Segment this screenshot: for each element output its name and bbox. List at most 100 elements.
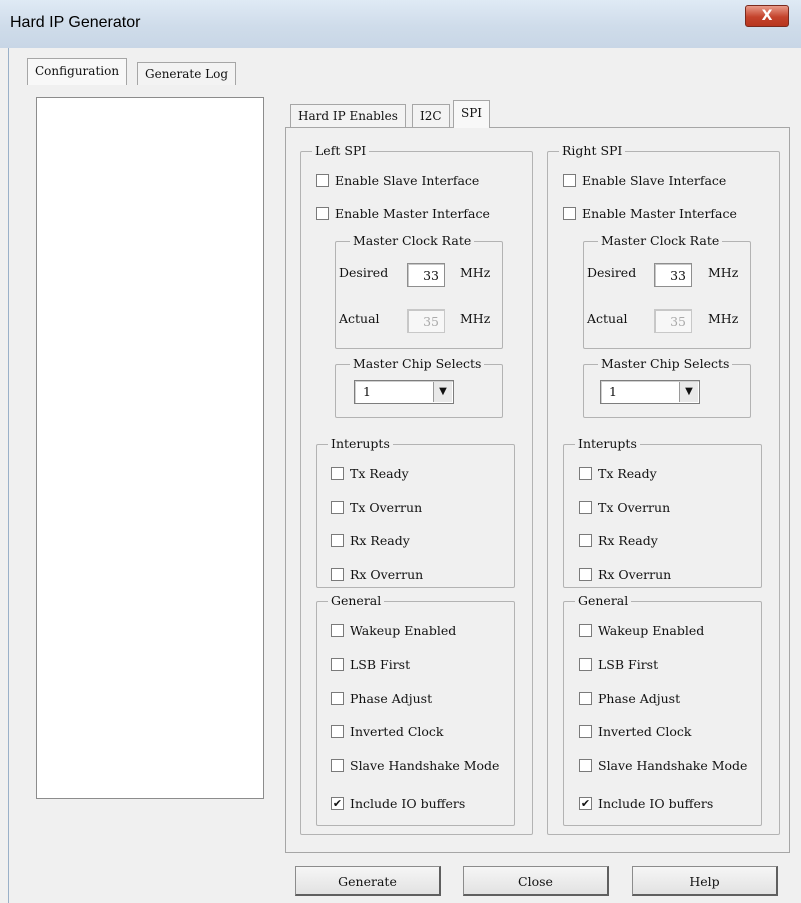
left-desired-label: Desired <box>339 265 389 280</box>
help-button[interactable]: Help <box>632 866 778 896</box>
checkbox-label: Rx Overrun <box>598 567 672 582</box>
checkbox-box[interactable] <box>579 501 592 514</box>
window-title: Hard IP Generator <box>10 14 141 31</box>
checkbox-label: Inverted Clock <box>350 724 444 739</box>
left-actual-clock-input: 35 <box>407 309 445 333</box>
right-desired-unit: MHz <box>708 265 739 280</box>
right-tx-ready-checkbox[interactable]: Tx Ready <box>579 466 657 481</box>
tab-generate-log[interactable]: Generate Log <box>137 62 237 85</box>
right-master-chip-selects-title: Master Chip Selects <box>598 356 733 371</box>
left-rx-overrun-checkbox[interactable]: Rx Overrun <box>331 567 423 582</box>
checkbox-box[interactable] <box>331 501 344 514</box>
checkbox-label: Include IO buffers <box>350 796 466 811</box>
checkbox-box[interactable] <box>579 692 592 705</box>
right-enable-master-checkbox[interactable]: Enable Master Interface <box>563 206 737 221</box>
checkbox-label: Wakeup Enabled <box>598 623 705 638</box>
dropdown-value: 1 <box>609 384 617 399</box>
right-lsb-first-checkbox[interactable]: LSB First <box>579 657 658 672</box>
left-slave-handshake-checkbox[interactable]: Slave Handshake Mode <box>331 758 499 773</box>
checkbox-box[interactable] <box>579 534 592 547</box>
checkbox-box[interactable] <box>579 658 592 671</box>
checkbox-box[interactable] <box>316 207 329 220</box>
left-tx-overrun-checkbox[interactable]: Tx Overrun <box>331 500 422 515</box>
right-actual-unit: MHz <box>708 311 739 326</box>
checkbox-label: Slave Handshake Mode <box>350 758 500 773</box>
right-master-clock-rate-title: Master Clock Rate <box>598 233 723 248</box>
right-include-io-buffers-checkbox[interactable]: ✔ Include IO buffers <box>579 796 713 811</box>
left-actual-unit: MHz <box>460 311 491 326</box>
tab-hard-ip-enables[interactable]: Hard IP Enables <box>290 104 406 127</box>
right-wakeup-enabled-checkbox[interactable]: Wakeup Enabled <box>579 623 704 638</box>
checkbox-box[interactable] <box>579 725 592 738</box>
left-wakeup-enabled-checkbox[interactable]: Wakeup Enabled <box>331 623 456 638</box>
left-desired-unit: MHz <box>460 265 491 280</box>
right-tx-overrun-checkbox[interactable]: Tx Overrun <box>579 500 670 515</box>
checkbox-label: Enable Master Interface <box>582 206 737 221</box>
checkbox-box[interactable] <box>331 692 344 705</box>
left-rx-ready-checkbox[interactable]: Rx Ready <box>331 533 410 548</box>
checkbox-label: Include IO buffers <box>598 796 714 811</box>
checkbox-label: Rx Ready <box>350 533 410 548</box>
chevron-down-icon[interactable]: ▼ <box>433 382 452 402</box>
checkbox-box[interactable] <box>331 568 344 581</box>
right-inverted-clock-checkbox[interactable]: Inverted Clock <box>579 724 691 739</box>
checkbox-label: Tx Ready <box>598 466 657 481</box>
checkbox-label: Enable Slave Interface <box>582 173 727 188</box>
checkbox-box[interactable] <box>331 658 344 671</box>
checkbox-label: LSB First <box>598 657 659 672</box>
right-rx-overrun-checkbox[interactable]: Rx Overrun <box>579 567 671 582</box>
checkbox-box[interactable] <box>579 759 592 772</box>
right-chip-selects-dropdown[interactable]: 1 ▼ <box>600 380 700 404</box>
right-desired-label: Desired <box>587 265 637 280</box>
right-slave-handshake-checkbox[interactable]: Slave Handshake Mode <box>579 758 747 773</box>
checkbox-box[interactable] <box>331 467 344 480</box>
checkbox-box[interactable]: ✔ <box>579 797 592 810</box>
right-actual-label: Actual <box>587 311 628 326</box>
left-include-io-buffers-checkbox[interactable]: ✔ Include IO buffers <box>331 796 465 811</box>
checkbox-box[interactable] <box>563 207 576 220</box>
checkbox-label: Slave Handshake Mode <box>598 758 748 773</box>
checkbox-box[interactable] <box>579 624 592 637</box>
left-desired-clock-input[interactable]: 33 <box>407 263 445 287</box>
right-desired-clock-input[interactable]: 33 <box>654 263 692 287</box>
left-master-clock-rate-title: Master Clock Rate <box>350 233 475 248</box>
checkbox-label: Tx Overrun <box>598 500 671 515</box>
right-general-title: General <box>575 593 632 608</box>
checkbox-box[interactable] <box>579 467 592 480</box>
chevron-down-icon[interactable]: ▼ <box>679 382 698 402</box>
checkbox-box[interactable]: ✔ <box>331 797 344 810</box>
checkbox-label: Tx Overrun <box>350 500 423 515</box>
left-inverted-clock-checkbox[interactable]: Inverted Clock <box>331 724 443 739</box>
checkbox-box[interactable] <box>331 759 344 772</box>
left-actual-label: Actual <box>339 311 380 326</box>
close-button[interactable]: Close <box>463 866 609 896</box>
checkbox-label: Inverted Clock <box>598 724 692 739</box>
configuration-tree-panel[interactable] <box>36 97 264 799</box>
tab-configuration[interactable]: Configuration <box>27 58 128 85</box>
right-enable-slave-checkbox[interactable]: Enable Slave Interface <box>563 173 726 188</box>
close-window-button[interactable]: X <box>745 5 789 27</box>
checkbox-label: Wakeup Enabled <box>350 623 457 638</box>
checkbox-box[interactable] <box>331 534 344 547</box>
tab-i2c[interactable]: I2C <box>412 104 450 127</box>
left-phase-adjust-checkbox[interactable]: Phase Adjust <box>331 691 432 706</box>
left-tx-ready-checkbox[interactable]: Tx Ready <box>331 466 409 481</box>
left-enable-master-checkbox[interactable]: Enable Master Interface <box>316 206 490 221</box>
left-enable-slave-checkbox[interactable]: Enable Slave Interface <box>316 173 479 188</box>
left-chip-selects-dropdown[interactable]: 1 ▼ <box>354 380 454 404</box>
right-phase-adjust-checkbox[interactable]: Phase Adjust <box>579 691 680 706</box>
tab-spi[interactable]: SPI <box>453 100 491 128</box>
generate-button[interactable]: Generate <box>295 866 441 896</box>
checkbox-label: Rx Overrun <box>350 567 424 582</box>
checkbox-box[interactable] <box>563 174 576 187</box>
checkbox-box[interactable] <box>316 174 329 187</box>
checkbox-label: Enable Slave Interface <box>335 173 480 188</box>
checkbox-box[interactable] <box>331 624 344 637</box>
left-interrupts-title: Interupts <box>328 436 393 451</box>
right-actual-clock-input: 35 <box>654 309 692 333</box>
left-lsb-first-checkbox[interactable]: LSB First <box>331 657 410 672</box>
checkbox-label: Rx Ready <box>598 533 658 548</box>
checkbox-box[interactable] <box>579 568 592 581</box>
checkbox-box[interactable] <box>331 725 344 738</box>
right-rx-ready-checkbox[interactable]: Rx Ready <box>579 533 658 548</box>
